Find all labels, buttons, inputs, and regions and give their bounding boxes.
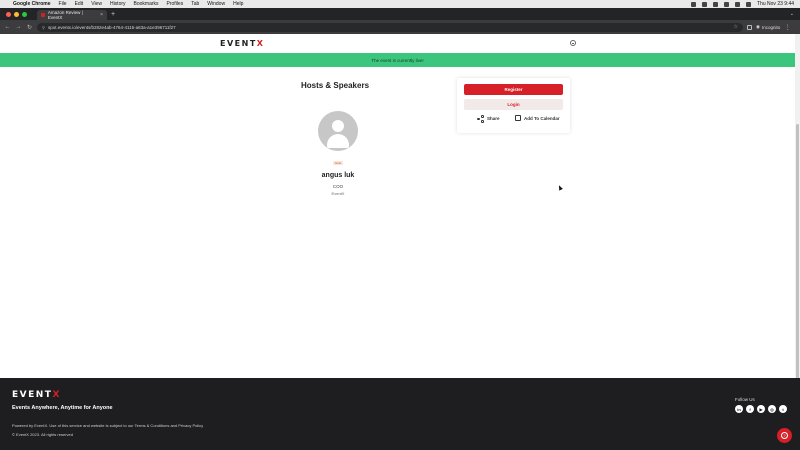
- browser-toolbar: ← → ↻ ⚲ spot.eventx.io/events/b282e4ab-4…: [0, 20, 800, 34]
- forward-button[interactable]: →: [15, 24, 22, 30]
- close-window-button[interactable]: [6, 11, 11, 17]
- help-button[interactable]: ?: [777, 428, 792, 443]
- live-status-banner: The event is currently live!: [0, 53, 795, 67]
- tab-strip: Amazon Review | EventX × + ⌄: [0, 8, 800, 20]
- minimize-window-button[interactable]: [14, 11, 19, 17]
- footer-copyright: © EventX 2023. All rights reserved: [12, 432, 73, 437]
- linkedin-icon[interactable]: in: [735, 405, 743, 413]
- incognito-icon: ◉: [756, 24, 760, 29]
- menu-app-name[interactable]: Google Chrome: [13, 1, 51, 7]
- instagram-icon[interactable]: ◎: [768, 405, 776, 413]
- browser-menu-icon[interactable]: ⋮: [784, 24, 791, 31]
- speaker-card[interactable]: Host angus luk COO EventX: [296, 111, 380, 196]
- battery-icon[interactable]: [713, 1, 719, 7]
- back-button[interactable]: ←: [4, 24, 11, 30]
- web-page: EVENTX The event is currently live! Host…: [0, 34, 800, 450]
- login-button[interactable]: Login: [464, 99, 563, 110]
- calendar-icon: [515, 115, 521, 121]
- footer-legal-text: Powered by EventX. Use of this service a…: [12, 423, 204, 428]
- wifi-icon[interactable]: [724, 1, 730, 7]
- social-links: in f ▶ ◎ t: [735, 405, 787, 413]
- twitter-icon[interactable]: t: [779, 405, 787, 413]
- browser-tab[interactable]: Amazon Review | EventX ×: [37, 10, 107, 20]
- help-icon: ?: [781, 432, 788, 439]
- status-icon[interactable]: [691, 1, 697, 7]
- person-head-icon: [332, 120, 344, 132]
- menu-tab[interactable]: Tab: [191, 1, 199, 7]
- menu-file[interactable]: File: [59, 1, 67, 7]
- footer-logo[interactable]: EVENTX: [12, 390, 61, 400]
- facebook-icon[interactable]: f: [746, 405, 754, 413]
- favicon-icon: [41, 13, 45, 17]
- footer-logo-accent: X: [52, 390, 61, 400]
- url-text[interactable]: spot.eventx.io/events/b282e4ab-4764-4115…: [48, 25, 176, 30]
- registration-card: Register Login Share Add To Calendar: [457, 78, 570, 133]
- reload-button[interactable]: ↻: [26, 24, 33, 31]
- language-globe-icon[interactable]: [570, 40, 576, 46]
- follow-us-label: Follow Us: [735, 397, 755, 402]
- register-button[interactable]: Register: [464, 84, 563, 95]
- bookmark-star-icon[interactable]: ☆: [734, 24, 738, 30]
- close-tab-icon[interactable]: ×: [100, 12, 103, 18]
- menubar-status-area: Thu Nov 23 9:44: [691, 1, 794, 7]
- youtube-icon[interactable]: ▶: [757, 405, 765, 413]
- share-icon: [477, 115, 484, 123]
- clock[interactable]: Thu Nov 23 9:44: [757, 1, 794, 7]
- logo-text: EVENT: [220, 39, 257, 48]
- speaker-avatar: [318, 111, 358, 151]
- add-to-calendar-label: Add To Calendar: [524, 115, 560, 121]
- bluetooth-icon[interactable]: [702, 1, 708, 7]
- menu-edit[interactable]: Edit: [75, 1, 84, 7]
- add-to-calendar-button[interactable]: Add To Calendar: [515, 115, 560, 121]
- zoom-window-button[interactable]: [22, 11, 27, 17]
- menu-view[interactable]: View: [91, 1, 102, 7]
- footer-logo-text: EVENT: [12, 390, 53, 400]
- control-center-icon[interactable]: [746, 1, 752, 7]
- site-info-icon[interactable]: ⚲: [42, 25, 45, 30]
- mouse-cursor-icon: [557, 184, 563, 191]
- site-header: EVENTX: [0, 34, 795, 53]
- host-badge: Host: [332, 161, 344, 165]
- footer-tagline: Events Anywhere, Anytime for Anyone: [12, 405, 113, 411]
- address-bar[interactable]: ⚲ spot.eventx.io/events/b282e4ab-4764-41…: [37, 22, 743, 32]
- menu-profiles[interactable]: Profiles: [167, 1, 184, 7]
- side-panel-icon[interactable]: [747, 24, 752, 30]
- site-footer: EVENTX Events Anywhere, Anytime for Anyo…: [0, 378, 800, 450]
- logo-accent: X: [256, 39, 265, 48]
- tab-search-chevron-icon[interactable]: ⌄: [790, 11, 794, 17]
- new-tab-button[interactable]: +: [111, 11, 115, 18]
- search-icon[interactable]: [735, 1, 741, 7]
- incognito-label: Incognito: [761, 24, 781, 30]
- menu-bookmarks[interactable]: Bookmarks: [134, 1, 159, 7]
- person-body-icon: [327, 134, 349, 148]
- menu-window[interactable]: Window: [207, 1, 225, 7]
- scrollbar-thumb[interactable]: [796, 124, 799, 379]
- incognito-indicator[interactable]: ◉ Incognito: [756, 24, 780, 30]
- live-status-text: The event is currently live!: [371, 57, 424, 63]
- speaker-name: angus luk: [321, 172, 355, 179]
- window-controls: [6, 11, 27, 17]
- menu-history[interactable]: History: [110, 1, 126, 7]
- os-menubar: Google Chrome File Edit View History Boo…: [0, 0, 800, 8]
- speaker-role: COO: [332, 184, 344, 189]
- tab-title: Amazon Review | EventX: [47, 10, 83, 20]
- speaker-organization: EventX: [331, 191, 345, 196]
- hosts-section-title: Hosts & Speakers: [300, 81, 370, 90]
- share-label: Share: [487, 116, 500, 121]
- eventx-logo[interactable]: EVENTX: [220, 39, 264, 48]
- share-button[interactable]: Share: [477, 115, 500, 123]
- menu-help[interactable]: Help: [233, 1, 243, 7]
